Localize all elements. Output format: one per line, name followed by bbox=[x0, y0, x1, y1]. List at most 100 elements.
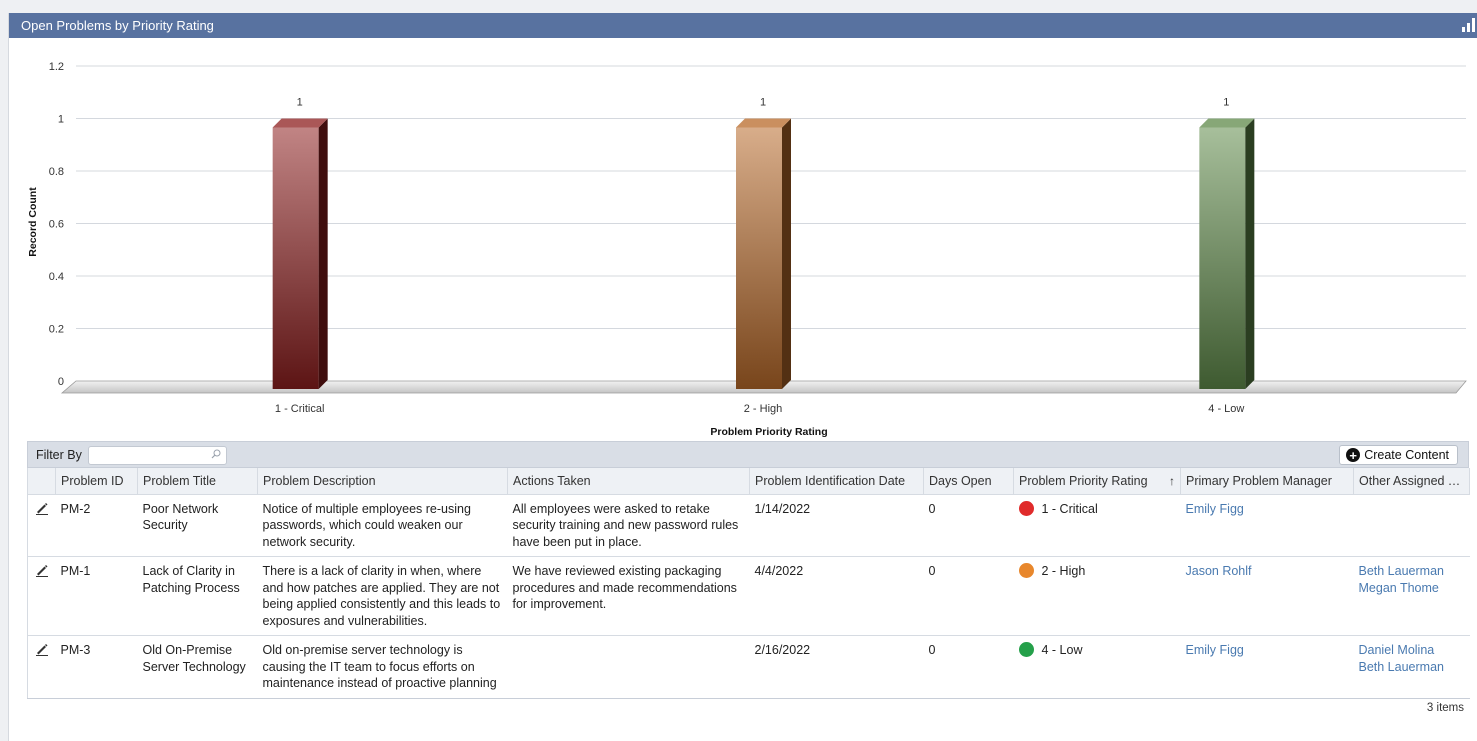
filter-label: Filter By bbox=[36, 448, 82, 462]
table-row: PM-1 Lack of Clarity in Patching Process T… bbox=[27, 556, 1470, 636]
priority-label: 2 - High bbox=[1041, 564, 1086, 578]
problem-title-cell: Poor Network Security bbox=[137, 494, 258, 557]
actions-taken-cell bbox=[507, 635, 750, 699]
bar-1-critical[interactable] bbox=[272, 118, 328, 390]
primary-manager-cell: Emily Figg bbox=[1180, 494, 1354, 557]
x-tick-label: 4 - Low bbox=[1208, 403, 1244, 415]
bar-data-label: 1 bbox=[1223, 97, 1229, 109]
bar-chart: 0 0.2 0.4 0.6 0.8 1 1.2 1 1 1 1 - Critical 2 - Hi… bbox=[27, 61, 1467, 438]
days-open-cell: 0 bbox=[923, 635, 1014, 699]
bar-side-face bbox=[1245, 118, 1255, 389]
table-header-row: Problem ID Problem Title Problem Descrip… bbox=[27, 468, 1470, 495]
identification-date-cell: 4/4/2022 bbox=[749, 556, 924, 636]
search-icon[interactable] bbox=[211, 449, 221, 459]
priority-label: 1 - Critical bbox=[1041, 501, 1098, 516]
create-content-label: Create Content bbox=[1364, 448, 1449, 462]
column-header-problem-id[interactable]: Problem ID bbox=[55, 468, 138, 495]
problem-title-cell: Old On-Premise Server Technology bbox=[137, 635, 258, 699]
column-header-days-open[interactable]: Days Open bbox=[923, 468, 1014, 495]
table-row: PM-3 Old On-Premise Server Technology Old … bbox=[27, 635, 1470, 699]
bar-side-face bbox=[782, 118, 791, 389]
column-header-problem-description[interactable]: Problem Description bbox=[257, 468, 508, 495]
bar-front-face bbox=[1199, 127, 1246, 389]
days-open-cell: 0 bbox=[923, 494, 1014, 557]
table-row: PM-2 Poor Network Security Notice of multi… bbox=[27, 494, 1470, 557]
identification-date-cell: 2/16/2022 bbox=[749, 635, 924, 699]
edit-cell bbox=[27, 635, 56, 699]
priority-status-dot bbox=[1018, 642, 1034, 657]
bar-data-label: 1 bbox=[297, 97, 303, 109]
primary-manager-cell: Emily Figg bbox=[1180, 635, 1354, 699]
bar-front-face bbox=[736, 127, 782, 389]
y-tick-label: 0 bbox=[58, 376, 64, 388]
actions-taken-cell: All employees were asked to retake secur… bbox=[507, 494, 750, 557]
plus-circle-icon: + bbox=[1346, 448, 1361, 462]
primary-manager-cell: Jason Rohlf bbox=[1180, 556, 1354, 636]
bar-4-low[interactable] bbox=[1199, 118, 1255, 390]
problem-description-cell: There is a lack of clarity in when, wher… bbox=[257, 556, 508, 636]
edit-cell bbox=[27, 494, 56, 557]
bar-top-face bbox=[736, 118, 791, 128]
priority-label: 4 - Low bbox=[1041, 643, 1083, 657]
priority-rating-cell: 2 - High bbox=[1013, 556, 1181, 636]
assignee-link[interactable]: Megan Thome bbox=[1359, 580, 1465, 597]
y-tick-label: 0.6 bbox=[49, 219, 64, 231]
bar-front-face bbox=[272, 127, 319, 389]
column-header-problem-title[interactable]: Problem Title bbox=[137, 468, 258, 495]
assignee-link[interactable]: Beth Lauerman bbox=[1359, 563, 1465, 580]
x-tick-label: 1 - Critical bbox=[275, 403, 325, 415]
y-axis-title: Record Count bbox=[27, 187, 39, 257]
priority-rating-cell: 4 - Low bbox=[1013, 635, 1181, 699]
identification-date-cell: 1/14/2022 bbox=[749, 494, 924, 557]
filter-bar: Filter By + Create Content bbox=[27, 441, 1469, 468]
bar-side-face bbox=[318, 118, 328, 389]
bar-top-face bbox=[272, 118, 328, 128]
column-header-primary-manager[interactable]: Primary Problem Manager bbox=[1180, 468, 1354, 495]
manager-link[interactable]: Emily Figg bbox=[1186, 643, 1244, 657]
x-tick-label: 2 - High bbox=[744, 403, 783, 415]
problem-description-cell: Old on-premise server technology is caus… bbox=[257, 635, 508, 699]
problem-title-cell: Lack of Clarity in Patching Process bbox=[137, 556, 258, 636]
pencil-icon[interactable] bbox=[35, 563, 49, 577]
days-open-cell: 0 bbox=[923, 556, 1014, 636]
problems-table: Problem ID Problem Title Problem Descrip… bbox=[27, 468, 1470, 699]
problem-id-cell: PM-2 bbox=[55, 494, 138, 557]
y-tick-label: 0.4 bbox=[49, 271, 64, 283]
assignee-link[interactable]: Beth Lauerman bbox=[1359, 659, 1465, 676]
problem-id-cell: PM-1 bbox=[55, 556, 138, 636]
items-count: 3 items bbox=[1426, 702, 1464, 714]
priority-status-dot bbox=[1018, 500, 1034, 516]
priority-rating-cell: 1 - Critical bbox=[1013, 494, 1181, 557]
manager-link[interactable]: Jason Rohlf bbox=[1186, 564, 1252, 578]
create-content-button[interactable]: + Create Content bbox=[1339, 445, 1458, 465]
problems-grid: Filter By + Create Content Problem ID Pr… bbox=[27, 441, 1470, 699]
pencil-icon[interactable] bbox=[35, 501, 49, 515]
y-tick-label: 1.2 bbox=[49, 61, 64, 73]
x-axis-title: Problem Priority Rating bbox=[710, 426, 827, 438]
problem-description-cell: Notice of multiple employees re-using pa… bbox=[257, 494, 508, 557]
pencil-icon[interactable] bbox=[35, 642, 49, 656]
other-assigned-cell: Beth Lauerman Megan Thome bbox=[1353, 556, 1470, 636]
filter-input[interactable] bbox=[88, 446, 227, 465]
sort-ascending-icon: ↑ bbox=[1169, 473, 1175, 488]
assignee-link[interactable]: Daniel Molina bbox=[1359, 642, 1465, 659]
manager-link[interactable]: Emily Figg bbox=[1186, 502, 1244, 516]
y-tick-label: 0.8 bbox=[49, 166, 64, 178]
bar-2-high[interactable] bbox=[736, 118, 791, 390]
column-header-actions-taken[interactable]: Actions Taken bbox=[507, 468, 750, 495]
priority-header-label: Problem Priority Rating bbox=[1019, 473, 1148, 488]
edit-column-header bbox=[27, 468, 56, 495]
column-header-other-assigned[interactable]: Other Assigned T... bbox=[1353, 468, 1470, 495]
edit-cell bbox=[27, 556, 56, 636]
other-assigned-cell: Daniel Molina Beth Lauerman bbox=[1353, 635, 1470, 699]
column-header-priority-rating[interactable]: Problem Priority Rating ↑ bbox=[1013, 468, 1181, 495]
column-header-identification-date[interactable]: Problem Identification Date bbox=[749, 468, 924, 495]
priority-status-dot bbox=[1018, 563, 1034, 578]
problem-id-cell: PM-3 bbox=[55, 635, 138, 699]
other-assigned-cell bbox=[1353, 494, 1470, 557]
bar-data-label: 1 bbox=[760, 97, 766, 109]
bar-top-face bbox=[1199, 118, 1255, 128]
y-tick-label: 0.2 bbox=[49, 324, 64, 336]
actions-taken-cell: We have reviewed existing packaging proc… bbox=[507, 556, 750, 636]
y-tick-label: 1 bbox=[58, 114, 64, 126]
